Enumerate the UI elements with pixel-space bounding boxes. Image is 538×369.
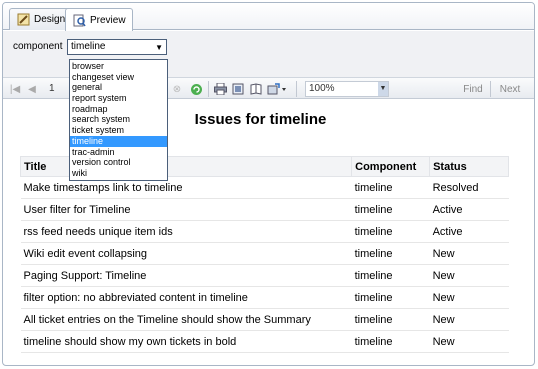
- design-icon: [16, 13, 30, 27]
- export-icon[interactable]: [266, 81, 288, 97]
- table-row: timeline should show my own tickets in b…: [20, 330, 509, 353]
- issue-title: Paging Support: Timeline: [20, 264, 352, 287]
- tab-design[interactable]: Design: [9, 8, 73, 30]
- issue-status: Active: [429, 198, 509, 221]
- issue-component: timeline: [351, 198, 430, 221]
- print-layout-icon[interactable]: [231, 81, 245, 97]
- table-row: User filter for Timeline timeline Active: [20, 198, 509, 221]
- issue-status: Active: [429, 220, 509, 243]
- preview-icon: [72, 13, 86, 27]
- zoom-dropdown-icon[interactable]: ▼: [378, 82, 388, 96]
- page-number-input[interactable]: 1: [45, 81, 67, 97]
- issue-component: timeline: [351, 242, 430, 265]
- chevron-down-icon[interactable]: ▼: [155, 41, 163, 55]
- tab-design-label: Design: [34, 14, 66, 25]
- table-row: Paging Support: Timeline timeline New: [20, 264, 509, 287]
- dropdown-option[interactable]: wiki: [70, 168, 167, 179]
- refresh-icon[interactable]: [189, 81, 203, 97]
- first-page-icon[interactable]: |◀: [9, 81, 21, 97]
- dropdown-option[interactable]: changeset view: [70, 72, 167, 83]
- issue-title: rss feed needs unique item ids: [20, 220, 352, 243]
- dropdown-option[interactable]: ticket system: [70, 125, 167, 136]
- component-select-value: timeline: [71, 41, 106, 52]
- issues-table: Title Component Status Make timestamps l…: [19, 156, 509, 353]
- issue-title: Wiki edit event collapsing: [20, 242, 352, 265]
- component-select[interactable]: timeline ▼: [67, 39, 167, 55]
- issue-status: Resolved: [429, 176, 509, 199]
- issue-status: New: [429, 330, 509, 353]
- issue-component: timeline: [351, 264, 430, 287]
- report-title-text: Issues for timeline: [194, 111, 327, 128]
- next-button[interactable]: Next: [497, 81, 523, 97]
- find-button[interactable]: Find: [461, 81, 485, 97]
- column-header-status: Status: [429, 156, 509, 177]
- dropdown-option[interactable]: report system: [70, 93, 167, 104]
- issue-component: timeline: [351, 220, 430, 243]
- zoom-select[interactable]: 100% ▼: [305, 81, 389, 97]
- dropdown-option[interactable]: roadmap: [70, 104, 167, 115]
- report-viewer-window: Design Preview component timeline ▼ |◀ ◀…: [2, 2, 535, 366]
- zoom-value: 100%: [309, 83, 335, 94]
- issue-component: timeline: [351, 176, 430, 199]
- issue-status: New: [429, 308, 509, 331]
- table-row: Wiki edit event collapsing timeline New: [20, 242, 509, 265]
- toolbar-separator: [490, 81, 491, 97]
- stop-icon[interactable]: ⊗: [171, 81, 183, 97]
- dropdown-option[interactable]: version control: [70, 157, 167, 168]
- issue-title: filter option: no abbreviated content in…: [20, 286, 352, 309]
- tab-preview-label: Preview: [90, 14, 126, 26]
- issue-title: timeline should show my own tickets in b…: [20, 330, 352, 353]
- table-row: rss feed needs unique item ids timeline …: [20, 220, 509, 243]
- dropdown-option-selected[interactable]: timeline: [70, 135, 167, 147]
- table-row: filter option: no abbreviated content in…: [20, 286, 509, 309]
- previous-page-icon[interactable]: ◀: [27, 81, 37, 97]
- page-setup-icon[interactable]: [249, 81, 263, 97]
- tab-strip: Design Preview: [3, 3, 534, 31]
- issue-status: New: [429, 286, 509, 309]
- toolbar-separator: [208, 81, 209, 97]
- issue-component: timeline: [351, 308, 430, 331]
- column-header-component: Component: [351, 156, 431, 177]
- issue-status: New: [429, 264, 509, 287]
- dropdown-option[interactable]: browser: [70, 61, 167, 72]
- issue-component: timeline: [351, 330, 430, 353]
- print-icon[interactable]: [213, 81, 227, 97]
- issue-title: All ticket entries on the Timeline shoul…: [20, 308, 352, 331]
- dropdown-option[interactable]: trac-admin: [70, 147, 167, 158]
- toolbar-separator: [296, 81, 297, 97]
- issue-status: New: [429, 242, 509, 265]
- issue-component: timeline: [351, 286, 430, 309]
- tab-preview[interactable]: Preview: [65, 8, 133, 31]
- component-dropdown-list: browser changeset view general report sy…: [69, 59, 168, 181]
- table-row: All ticket entries on the Timeline shoul…: [20, 308, 509, 331]
- issue-title: User filter for Timeline: [20, 198, 352, 221]
- component-label: component: [13, 41, 63, 52]
- dropdown-option[interactable]: general: [70, 82, 167, 93]
- dropdown-option[interactable]: search system: [70, 114, 167, 125]
